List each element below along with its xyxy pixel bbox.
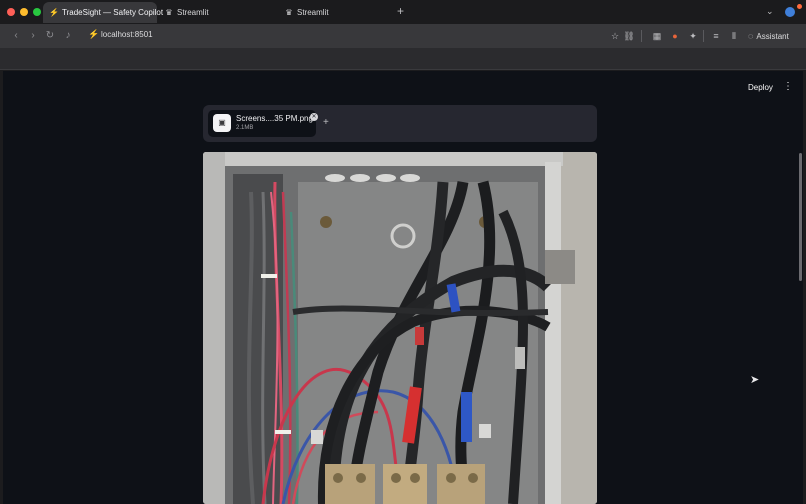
uploaded-file-chip: ▣ Screens....35 PM.png 2.1MB ✕ xyxy=(208,110,318,137)
tab-label: Streamlit xyxy=(177,8,209,17)
profile-avatar[interactable] xyxy=(785,7,795,17)
reading-list-icon[interactable]: ≡ xyxy=(710,29,722,43)
address-bar[interactable]: localhost:8501 xyxy=(101,30,153,39)
tab-tradesight[interactable]: ⚡ TradeSight — Safety Copilot xyxy=(43,2,163,23)
electrical-panel-photo xyxy=(203,152,597,504)
add-file-button[interactable]: + xyxy=(323,117,329,128)
assistant-label: Assistant xyxy=(756,32,789,41)
audio-wave-icon[interactable]: ⦀ xyxy=(728,29,740,43)
tab-label: TradeSight — Safety Copilot xyxy=(62,8,164,17)
extensions-puzzle-icon[interactable]: ✦ xyxy=(687,29,699,43)
extension-gift-icon[interactable]: ▦ xyxy=(651,29,663,43)
uploaded-image-preview xyxy=(203,152,597,504)
streamlit-app: Deploy ⋮ ▣ Screens....35 PM.png 2.1MB ✕ … xyxy=(3,71,803,504)
bookmark-star-icon[interactable]: ☆ xyxy=(609,29,621,43)
streamlit-crown-icon: ♛ xyxy=(165,8,173,17)
toolbar-divider xyxy=(641,30,642,42)
browser-toolbar: ‹ › ↻ ♪ ⚡ localhost:8501 ☆ ⛓ ▦ ● ✦ ≡ ⦀ ◌… xyxy=(0,24,806,48)
window-minimize-button[interactable] xyxy=(20,8,28,16)
window-close-button[interactable] xyxy=(7,8,15,16)
reload-icon[interactable]: ↻ xyxy=(44,29,56,43)
file-name: Screens....35 PM.png xyxy=(236,114,313,123)
remove-file-icon[interactable]: ✕ xyxy=(310,113,318,121)
page-scrollbar[interactable] xyxy=(799,153,802,281)
lightning-icon: ⚡ xyxy=(88,29,100,39)
new-tab-button[interactable]: + xyxy=(397,5,404,18)
mouse-cursor-icon: ➤ xyxy=(750,374,760,386)
microphone-icon[interactable]: ♪ xyxy=(62,29,74,43)
window-maximize-button[interactable] xyxy=(33,8,41,16)
file-size: 2.1MB xyxy=(236,125,254,131)
toolbar-divider xyxy=(703,30,704,42)
file-uploader[interactable]: ▣ Screens....35 PM.png 2.1MB ✕ + xyxy=(203,105,597,142)
page-top-strip xyxy=(0,48,806,70)
notification-badge xyxy=(797,4,802,9)
extension-avatar-icon[interactable]: ● xyxy=(669,29,681,43)
back-arrow-icon[interactable]: ‹ xyxy=(10,29,22,43)
lightning-icon: ⚡ xyxy=(49,8,59,17)
chat-bubble-icon: ◌ xyxy=(748,31,754,41)
streamlit-crown-icon: ♛ xyxy=(285,8,293,17)
link-icon[interactable]: ⛓ xyxy=(623,29,635,43)
deploy-button[interactable]: Deploy xyxy=(748,83,773,92)
tab-streamlit-1[interactable]: ♛ Streamlit xyxy=(158,2,268,23)
tab-label: Streamlit xyxy=(297,8,329,17)
forward-arrow-icon[interactable]: › xyxy=(27,29,39,43)
tab-streamlit-2[interactable]: ♛ Streamlit xyxy=(278,2,388,23)
assistant-button[interactable]: ◌ Assistant xyxy=(748,29,789,44)
image-file-icon: ▣ xyxy=(213,114,231,132)
browser-tab-strip: ⚡ TradeSight — Safety Copilot ♛ Streamli… xyxy=(0,0,806,24)
main-menu-button[interactable]: ⋮ xyxy=(783,81,793,92)
chevron-down-icon[interactable]: ⌄ xyxy=(766,6,774,17)
